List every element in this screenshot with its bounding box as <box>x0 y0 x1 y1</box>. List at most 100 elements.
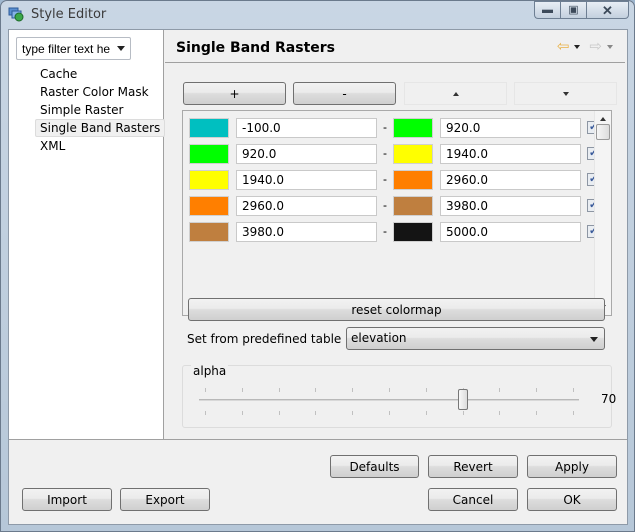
title-bar[interactable]: Style Editor ▬ ▣ ✕ <box>1 1 634 29</box>
add-entry-button[interactable]: + <box>183 82 286 105</box>
revert-button[interactable]: Revert <box>428 455 518 478</box>
slider-tick <box>205 411 206 415</box>
to-value-input[interactable]: 920.0 <box>440 118 581 138</box>
range-separator: - <box>383 120 387 134</box>
slider-tick <box>315 388 317 392</box>
from-color-swatch[interactable] <box>189 144 229 164</box>
predefined-table-value: elevation <box>351 331 407 345</box>
slider-tick <box>499 411 501 415</box>
tree-item-single-band-rasters[interactable]: Single Band Rasters <box>35 119 166 137</box>
import-button[interactable]: Import <box>22 488 112 511</box>
style-editor-window: Style Editor ▬ ▣ ✕ type filter text he C… <box>0 0 635 532</box>
minimize-icon: ▬ <box>542 3 553 16</box>
back-arrow-icon[interactable]: ⇦ <box>557 39 570 54</box>
close-button[interactable]: ✕ <box>586 1 629 19</box>
to-value-input[interactable]: 3980.0 <box>440 196 581 216</box>
slider-tick <box>241 411 243 415</box>
window-title: Style Editor <box>31 7 107 22</box>
move-down-button[interactable] <box>514 82 617 105</box>
apply-button[interactable]: Apply <box>527 455 617 478</box>
slider-tick <box>389 388 390 392</box>
chevron-down-icon <box>590 337 598 342</box>
maximize-button[interactable]: ▣ <box>560 1 586 19</box>
colormap-row: 3980.0-5000.0✓ <box>189 222 600 242</box>
from-value-input[interactable]: -100.0 <box>236 118 377 138</box>
slider-tick <box>425 388 427 392</box>
page-title: Single Band Rasters <box>176 40 336 56</box>
reset-colormap-button[interactable]: reset colormap <box>188 298 605 321</box>
alpha-label: alpha <box>191 364 229 378</box>
from-value-input[interactable]: 1940.0 <box>236 170 377 190</box>
tree-item-xml[interactable]: XML <box>36 137 165 155</box>
slider-tick <box>352 388 354 392</box>
forward-history-dropdown[interactable] <box>607 45 613 49</box>
remove-entry-button[interactable]: - <box>293 82 396 105</box>
to-color-swatch[interactable] <box>393 222 433 242</box>
scrollbar-thumb[interactable] <box>596 124 610 140</box>
preference-tree: Cache Raster Color Mask Simple Raster Si… <box>35 65 166 155</box>
back-history-dropdown[interactable] <box>574 45 581 49</box>
button-bar-separator <box>9 439 627 440</box>
to-value-input[interactable]: 5000.0 <box>440 222 581 242</box>
range-separator: - <box>383 198 387 212</box>
to-value-input[interactable]: 2960.0 <box>440 170 581 190</box>
slider-tick <box>241 388 243 392</box>
from-value-input[interactable]: 920.0 <box>236 144 377 164</box>
range-separator: - <box>383 172 387 186</box>
slider-tick <box>536 411 538 415</box>
history-nav: ⇦ ⇨ <box>557 39 619 54</box>
slider-tick <box>205 388 206 392</box>
filter-combo[interactable]: type filter text he <box>16 37 131 60</box>
to-color-swatch[interactable] <box>393 170 433 190</box>
filter-input[interactable]: type filter text he <box>22 42 110 56</box>
alpha-group: alpha 70 <box>182 364 616 428</box>
close-icon: ✕ <box>602 2 613 18</box>
ok-button[interactable]: OK <box>527 488 617 511</box>
to-color-swatch[interactable] <box>393 118 433 138</box>
scroll-up-icon[interactable] <box>600 117 606 121</box>
slider-tick <box>573 411 574 415</box>
to-color-swatch[interactable] <box>393 196 433 216</box>
colormap-row: 2960.0-3980.0✓ <box>189 196 600 216</box>
slider-tick <box>536 388 538 392</box>
arrow-up-icon <box>452 91 459 96</box>
alpha-slider-track[interactable] <box>199 399 579 401</box>
tree-item-raster-color-mask[interactable]: Raster Color Mask <box>36 83 165 101</box>
defaults-button[interactable]: Defaults <box>330 455 419 478</box>
slider-tick <box>462 411 464 415</box>
from-color-swatch[interactable] <box>189 196 229 216</box>
from-value-input[interactable]: 3980.0 <box>236 222 377 242</box>
slider-tick <box>315 411 317 415</box>
predefined-table-label: Set from predefined table <box>187 332 342 346</box>
alpha-slider-thumb[interactable] <box>457 389 468 410</box>
colormap-list: -100.0-920.0✓920.0-1940.0✓1940.0-2960.0✓… <box>182 110 612 316</box>
from-color-swatch[interactable] <box>189 222 229 242</box>
slider-tick <box>425 411 427 415</box>
cancel-button[interactable]: Cancel <box>428 488 518 511</box>
from-color-swatch[interactable] <box>189 118 229 138</box>
slider-tick <box>573 388 574 392</box>
tree-item-cache[interactable]: Cache <box>36 65 165 83</box>
tree-item-simple-raster[interactable]: Simple Raster <box>36 101 165 119</box>
predefined-table-select[interactable]: elevation <box>346 327 605 350</box>
colormap-scrollbar[interactable] <box>594 111 611 315</box>
to-value-input[interactable]: 1940.0 <box>440 144 581 164</box>
slider-tick <box>278 411 280 415</box>
slider-tick <box>352 411 354 415</box>
slider-tick <box>389 411 390 415</box>
from-value-input[interactable]: 2960.0 <box>236 196 377 216</box>
alpha-value: 70 <box>601 392 617 406</box>
preference-tree-pane: type filter text he Cache Raster Color M… <box>9 30 166 439</box>
chevron-down-icon[interactable] <box>117 46 125 51</box>
minimize-button[interactable]: ▬ <box>534 1 560 19</box>
forward-arrow-icon[interactable]: ⇨ <box>589 39 602 54</box>
slider-tick <box>278 388 280 392</box>
to-color-swatch[interactable] <box>393 144 433 164</box>
move-up-button[interactable] <box>404 82 507 105</box>
maximize-icon: ▣ <box>568 3 579 16</box>
slider-tick <box>499 388 501 392</box>
preference-page: Single Band Rasters ⇦ ⇨ + - -100.0-920.0… <box>165 30 627 439</box>
range-separator: - <box>383 224 387 238</box>
from-color-swatch[interactable] <box>189 170 229 190</box>
export-button[interactable]: Export <box>120 488 210 511</box>
